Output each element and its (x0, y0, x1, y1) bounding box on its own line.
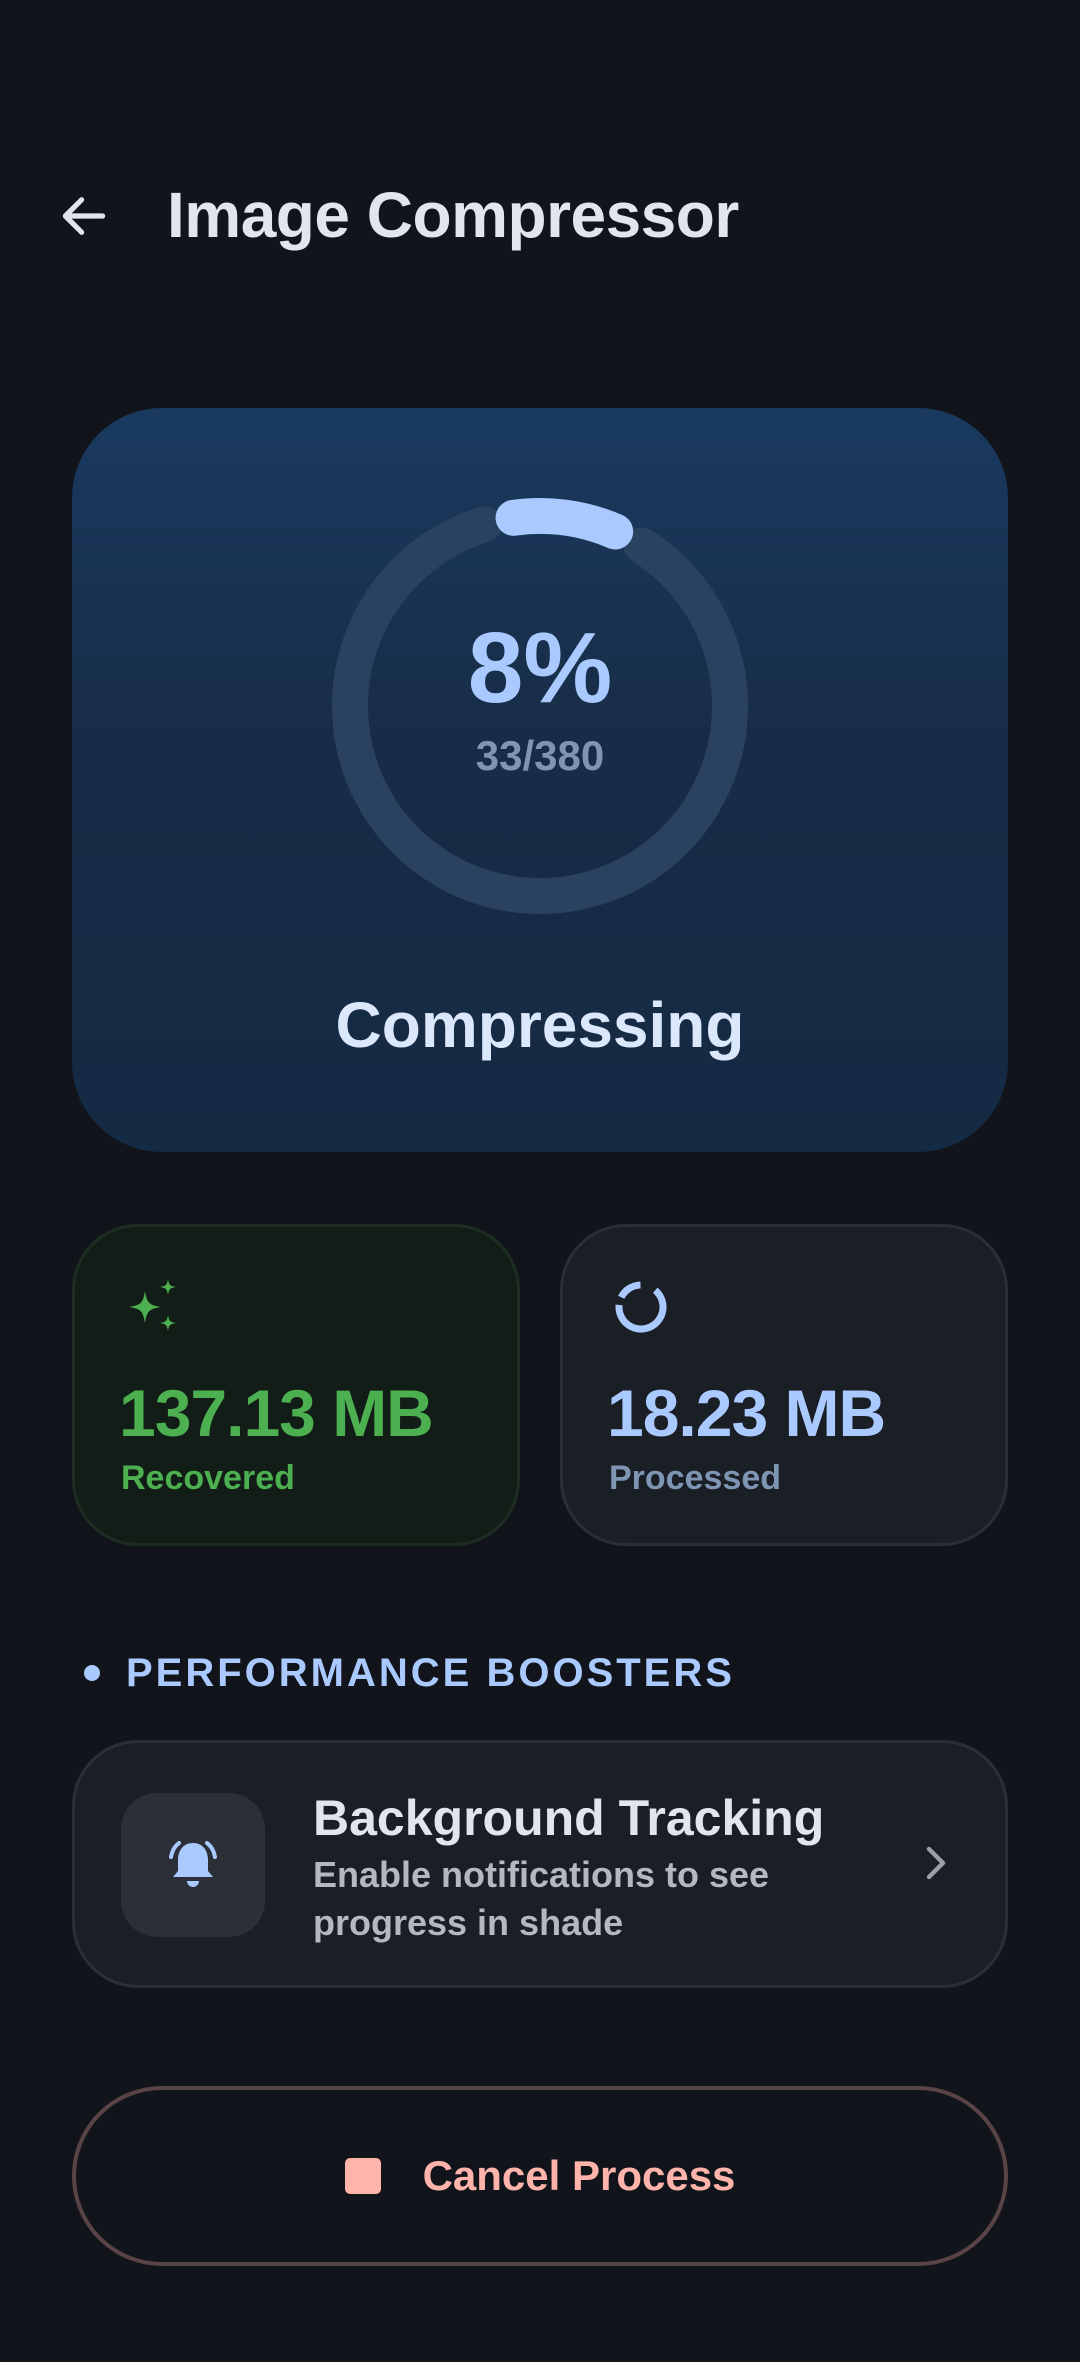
cancel-button-label: Cancel Process (422, 2152, 736, 2199)
booster-icon-container (121, 1793, 265, 1937)
app-screen: Image Compressor 8% 33/380 Compressing 1… (0, 0, 1080, 2362)
sparkles-icon (129, 1279, 176, 1331)
arrow-left-icon (62, 197, 106, 235)
progress-card: 8% 33/380 Compressing (72, 408, 1008, 1152)
back-button[interactable] (40, 172, 128, 260)
progress-status: Compressing (335, 989, 745, 1061)
progress-readout: 8% 33/380 (324, 490, 756, 922)
cancel-process-button[interactable]: Cancel Process (72, 2086, 1008, 2266)
booster-description: Enable notifications to see progress in … (313, 1854, 770, 1943)
booster-title: Background Tracking (313, 1790, 825, 1846)
recovered-value: 137.13 MB (119, 1376, 434, 1450)
background-tracking-item[interactable]: Background Tracking Enable notifications… (72, 1740, 1008, 1988)
progress-spinner-icon (615, 1281, 667, 1333)
processed-label: Processed (609, 1459, 781, 1497)
top-app-bar: Image Compressor (0, 160, 1080, 270)
progress-percent: 8% (467, 612, 613, 724)
section-header: PERFORMANCE BOOSTERS (84, 1648, 735, 1698)
recovered-stat-card: 137.13 MB Recovered (72, 1224, 520, 1546)
progress-count: 33/380 (475, 732, 605, 779)
section-dot (84, 1665, 100, 1681)
recovered-label: Recovered (121, 1459, 295, 1497)
stop-icon (344, 2158, 381, 2194)
processed-stat-card: 18.23 MB Processed (560, 1224, 1008, 1546)
bell-ringing-icon (169, 1841, 217, 1887)
page-title: Image Compressor (167, 179, 739, 251)
chevron-right-icon (926, 1846, 946, 1880)
section-title: PERFORMANCE BOOSTERS (126, 1650, 735, 1695)
processed-value: 18.23 MB (607, 1376, 886, 1450)
